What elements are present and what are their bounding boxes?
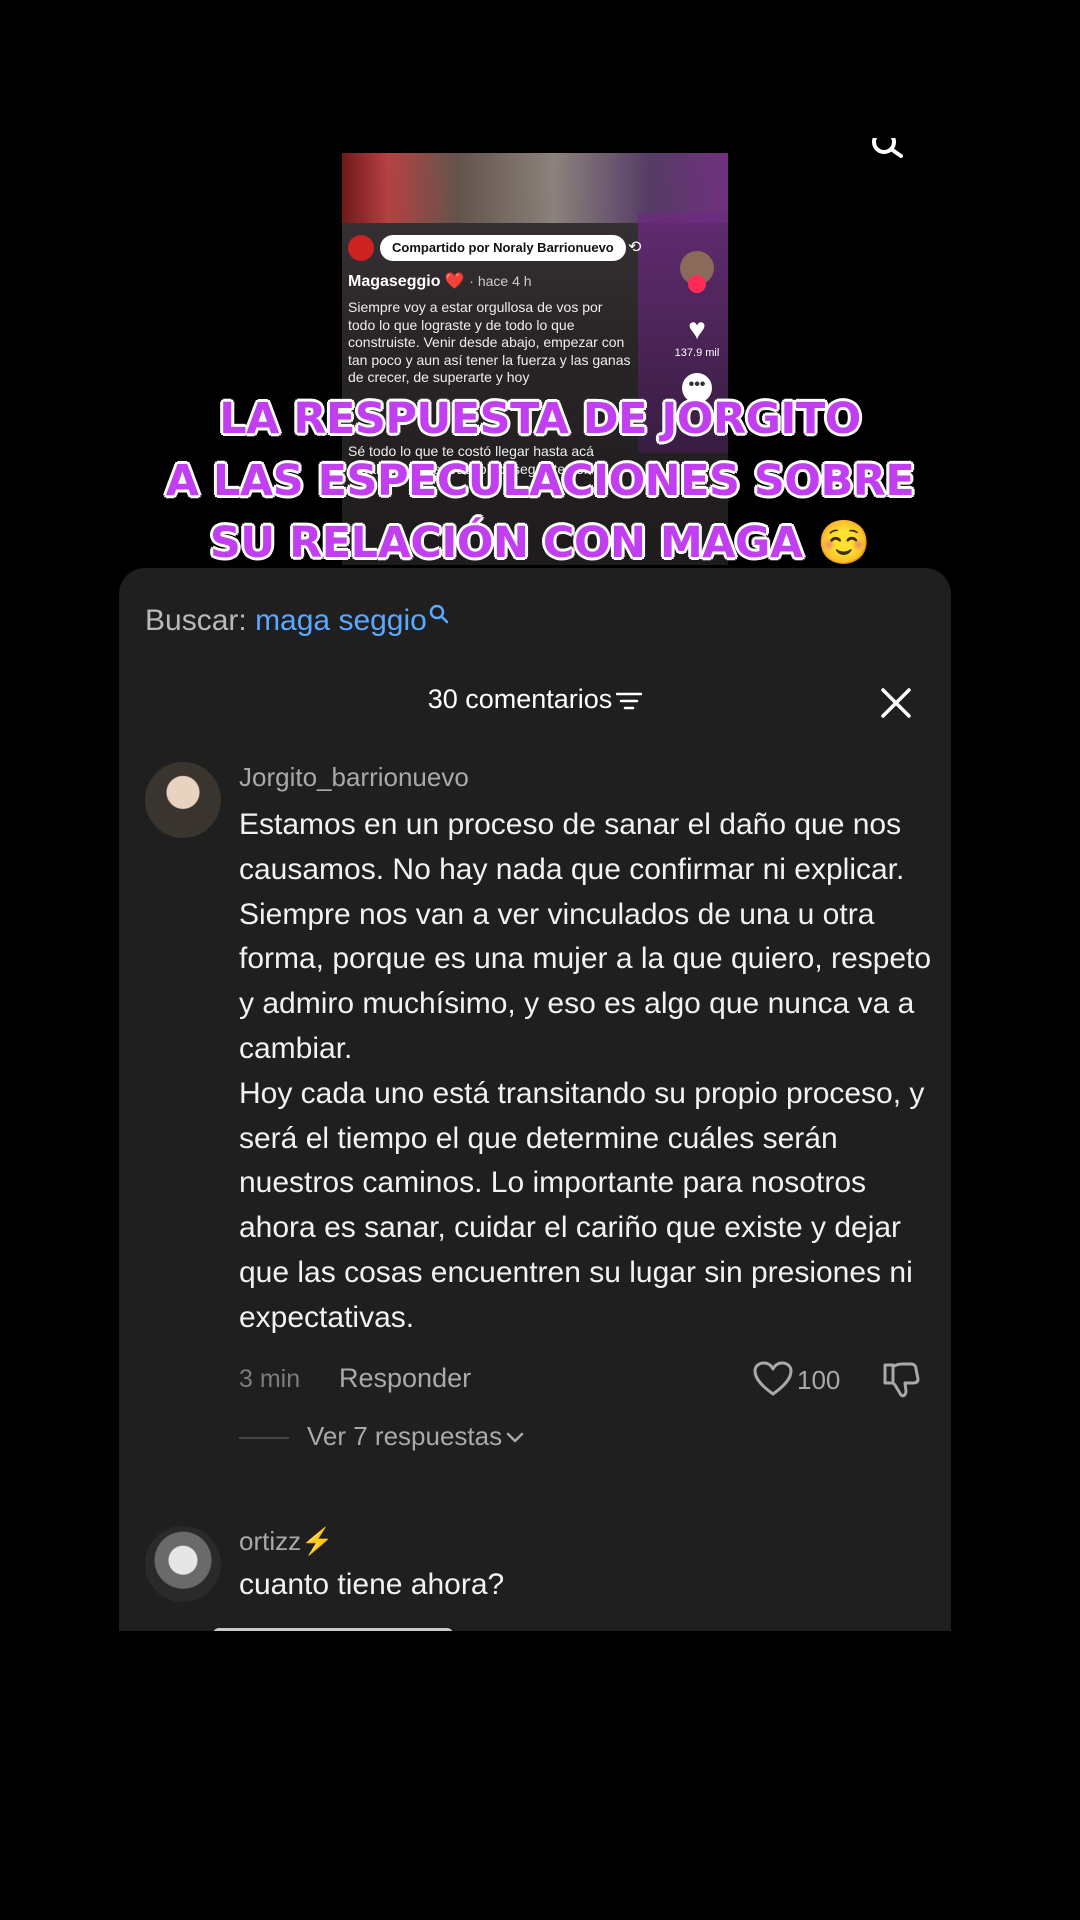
comments-panel: Buscar: maga seggio 30 comentarios Jorgi… xyxy=(119,568,951,1631)
filter-icon[interactable] xyxy=(616,690,643,712)
comment-body: Jorgito_barrionuevo Estamos en un proces… xyxy=(239,762,939,1459)
close-icon[interactable] xyxy=(879,686,913,720)
avatar[interactable] xyxy=(145,1526,221,1602)
repost-icon: ⟲ xyxy=(628,239,642,256)
shared-by-pill: Compartido por Noraly Barrionuevo xyxy=(380,235,626,261)
headline-line-2: A LAS ESPECULACIONES SOBRE xyxy=(165,456,915,506)
video-side-actions: ♥ 137.9 mil ••• xyxy=(674,251,720,403)
video-author: Magaseggio ❤️ · hace 4 h xyxy=(348,271,532,291)
comment-actions: 3 min Responder 100 xyxy=(239,1361,939,1401)
search-term-link[interactable]: maga seggio xyxy=(255,604,427,637)
video-author-avatar[interactable] xyxy=(680,251,714,293)
video-like-count: 137.9 mil xyxy=(674,347,720,359)
view-replies[interactable]: Ver 7 respuestas xyxy=(239,1419,939,1459)
view-replies-label: Ver 7 respuestas xyxy=(307,1420,503,1451)
sharer-avatar xyxy=(348,235,374,261)
reply-button[interactable]: Responder xyxy=(339,1363,471,1394)
video-time-ago: · hace 4 h xyxy=(469,273,532,289)
headline-line-3: SU RELACIÓN CON MAGA ☺️ xyxy=(0,512,1080,574)
view-replies-link[interactable]: Ver 7 respuestas xyxy=(307,1421,524,1452)
attached-image-preview[interactable] xyxy=(213,1628,453,1631)
divider xyxy=(239,1436,289,1439)
search-label: Buscar: xyxy=(145,604,247,637)
follow-plus-icon[interactable] xyxy=(688,275,706,293)
comment-text: Estamos en un proceso de sanar el daño q… xyxy=(239,808,932,1334)
smiling-emoji: ☺️ xyxy=(817,518,871,568)
chevron-down-icon xyxy=(506,1432,524,1442)
comment-time: 3 min xyxy=(239,1364,301,1393)
heart-outline-icon[interactable] xyxy=(753,1361,793,1397)
comment-username[interactable]: Jorgito_barrionuevo xyxy=(239,762,939,793)
video-author-name: Magaseggio ❤️ xyxy=(348,273,465,290)
heart-icon[interactable]: ♥ xyxy=(674,315,720,345)
avatar[interactable] xyxy=(145,762,221,838)
search-icon[interactable] xyxy=(870,138,904,160)
like-count: 100 xyxy=(797,1364,841,1395)
comment-username[interactable]: ortizz⚡ xyxy=(239,1526,939,1557)
comments-count: 30 comentarios xyxy=(427,684,613,714)
thumbs-down-icon[interactable] xyxy=(881,1361,921,1399)
video-caption: Siempre voy a estar orgullosa de vos por… xyxy=(348,299,631,385)
comment-body: ortizz⚡ cuanto tiene ahora? xyxy=(239,1526,939,1608)
search-icon xyxy=(429,604,449,624)
comment-text: cuanto tiene ahora? xyxy=(239,1568,505,1601)
headline-overlay: LA RESPUESTA DE JORGITO A LAS ESPECULACI… xyxy=(0,388,1080,574)
comments-header: 30 comentarios xyxy=(119,684,951,715)
search-suggestion[interactable]: Buscar: maga seggio xyxy=(145,604,449,638)
headline-line-1: LA RESPUESTA DE JORGITO xyxy=(219,394,861,444)
headline-line-3-text: SU RELACIÓN CON MAGA xyxy=(209,518,803,568)
